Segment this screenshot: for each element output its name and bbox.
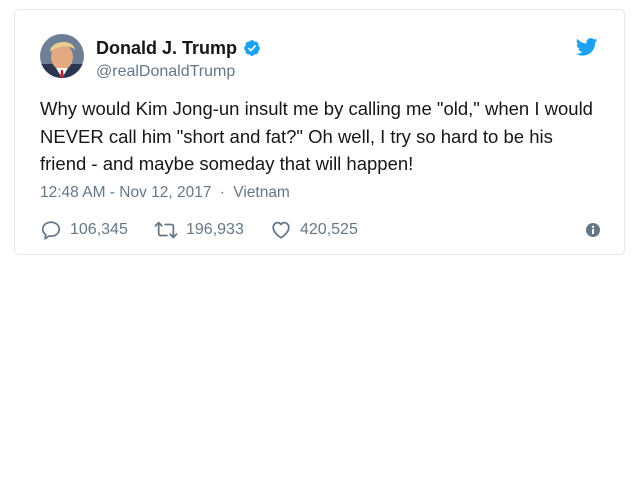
tweet-card: Donald J. Trump @realDonaldTrump Why wou… <box>14 9 625 255</box>
retweet-count: 196,933 <box>186 221 244 238</box>
meta-separator: · <box>219 184 225 201</box>
handle[interactable]: @realDonaldTrump <box>96 62 261 82</box>
heart-icon <box>272 221 290 239</box>
reply-icon <box>41 221 61 240</box>
action-bar: 106,345 196,933 420,525 <box>40 218 600 242</box>
verified-badge-icon <box>243 39 261 57</box>
reply-button[interactable]: 106,345 <box>40 218 128 242</box>
retweet-button[interactable]: 196,933 <box>154 218 244 242</box>
tweet-meta: 12:48 AM - Nov 12, 2017 · Vietnam <box>40 183 290 203</box>
location[interactable]: Vietnam <box>233 184 290 201</box>
profile-photo-icon <box>40 34 84 78</box>
author-block: Donald J. Trump @realDonaldTrump <box>96 37 261 82</box>
tweet-text: Why would Kim Jong-un insult me by calli… <box>40 98 593 174</box>
like-button[interactable]: 420,525 <box>270 218 358 242</box>
like-count: 420,525 <box>300 221 358 238</box>
timestamp[interactable]: 12:48 AM - Nov 12, 2017 <box>40 184 211 201</box>
display-name[interactable]: Donald J. Trump <box>96 37 237 59</box>
name-row: Donald J. Trump <box>96 37 261 59</box>
reply-count: 106,345 <box>70 221 128 238</box>
twitter-bird-icon[interactable] <box>575 38 598 56</box>
avatar[interactable] <box>40 34 84 78</box>
retweet-icon <box>154 221 178 239</box>
info-icon[interactable] <box>586 223 600 237</box>
